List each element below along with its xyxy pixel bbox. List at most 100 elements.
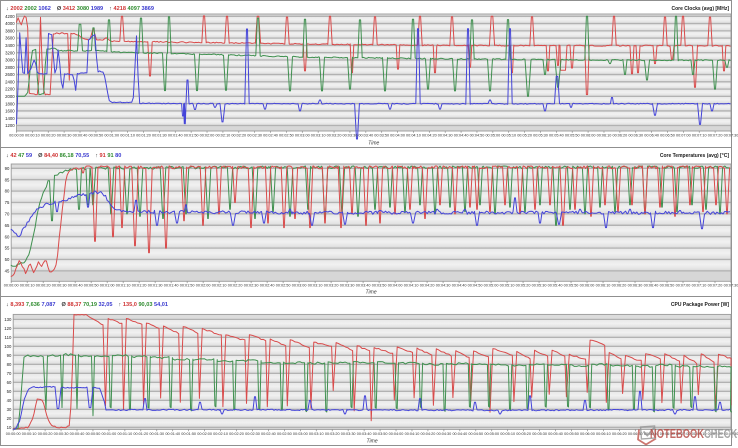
svg-text:00:06:20: 00:06:20: [612, 432, 627, 436]
svg-text:00:04:50: 00:04:50: [468, 432, 483, 436]
svg-text:00:02:10: 00:02:10: [212, 284, 227, 288]
svg-text:00:04:00: 00:04:00: [389, 432, 404, 436]
svg-text:Time: Time: [366, 290, 377, 296]
svg-text:00:06:40: 00:06:40: [644, 133, 659, 137]
svg-text:00:00:30: 00:00:30: [52, 284, 67, 288]
svg-text:00:05:30: 00:05:30: [533, 133, 548, 137]
svg-text:00:04:20: 00:04:20: [421, 432, 436, 436]
svg-text:00:06:00: 00:06:00: [580, 432, 595, 436]
svg-text:1600: 1600: [5, 109, 15, 114]
svg-text:00:00:40: 00:00:40: [73, 133, 88, 137]
svg-text:00:00:50: 00:00:50: [84, 284, 99, 288]
svg-text:00:06:50: 00:06:50: [660, 133, 675, 137]
svg-text:00:02:10: 00:02:10: [216, 133, 231, 137]
svg-text:00:04:40: 00:04:40: [452, 432, 467, 436]
svg-text:00:02:20: 00:02:20: [231, 133, 246, 137]
svg-text:00:02:30: 00:02:30: [244, 284, 259, 288]
svg-text:00:03:10: 00:03:10: [309, 432, 324, 436]
svg-text:55: 55: [5, 246, 10, 251]
svg-text:50: 50: [7, 389, 12, 394]
svg-text:00:00:20: 00:00:20: [38, 432, 53, 436]
svg-text:4200: 4200: [5, 14, 15, 19]
svg-text:00:00:10: 00:00:10: [25, 133, 40, 137]
svg-text:00:04:20: 00:04:20: [422, 133, 437, 137]
svg-text:00:01:00: 00:01:00: [102, 432, 117, 436]
svg-text:00:03:50: 00:03:50: [372, 284, 387, 288]
svg-text:00:04:40: 00:04:40: [452, 284, 467, 288]
svg-text:75: 75: [5, 200, 10, 205]
svg-text:00:03:30: 00:03:30: [343, 133, 358, 137]
svg-text:00:00:20: 00:00:20: [41, 133, 56, 137]
svg-text:00:00:50: 00:00:50: [86, 432, 101, 436]
svg-text:00:02:50: 00:02:50: [279, 133, 294, 137]
svg-text:00:01:30: 00:01:30: [149, 432, 164, 436]
svg-text:00:02:00: 00:02:00: [197, 432, 212, 436]
svg-text:00:04:50: 00:04:50: [470, 133, 485, 137]
svg-text:2400: 2400: [5, 79, 15, 84]
svg-text:70: 70: [5, 212, 10, 217]
svg-text:20: 20: [7, 416, 12, 421]
svg-text:00:07:30: 00:07:30: [724, 284, 738, 288]
svg-text:00:01:50: 00:01:50: [181, 432, 196, 436]
svg-text:130: 130: [4, 317, 12, 322]
svg-text:00:06:20: 00:06:20: [612, 133, 627, 137]
svg-text:00:05:00: 00:05:00: [485, 133, 500, 137]
svg-text:00:02:30: 00:02:30: [247, 133, 262, 137]
svg-text:00:02:00: 00:02:00: [200, 133, 215, 137]
svg-text:00:06:00: 00:06:00: [581, 133, 596, 137]
svg-text:00:00:10: 00:00:10: [22, 432, 37, 436]
svg-text:00:05:50: 00:05:50: [564, 432, 579, 436]
svg-text:00:03:20: 00:03:20: [327, 133, 342, 137]
svg-text:00:01:00: 00:01:00: [100, 284, 115, 288]
svg-text:00:07:00: 00:07:00: [676, 284, 691, 288]
svg-text:00:03:00: 00:03:00: [295, 133, 310, 137]
svg-text:00:02:40: 00:02:40: [260, 284, 275, 288]
svg-text:00:01:50: 00:01:50: [184, 133, 199, 137]
svg-text:00:02:20: 00:02:20: [228, 284, 243, 288]
svg-text:00:05:20: 00:05:20: [516, 284, 531, 288]
svg-text:00:05:40: 00:05:40: [548, 432, 563, 436]
svg-text:00:05:50: 00:05:50: [565, 133, 580, 137]
svg-text:00:06:20: 00:06:20: [612, 284, 627, 288]
svg-text:00:02:40: 00:02:40: [263, 133, 278, 137]
svg-text:00:01:10: 00:01:10: [116, 284, 131, 288]
svg-text:00:01:20: 00:01:20: [133, 432, 148, 436]
svg-text:00:03:10: 00:03:10: [308, 284, 323, 288]
svg-text:00:00:40: 00:00:40: [70, 432, 85, 436]
svg-text:00:01:00: 00:01:00: [104, 133, 119, 137]
svg-text:00:07:20: 00:07:20: [708, 133, 723, 137]
svg-text:00:00:00: 00:00:00: [4, 284, 19, 288]
svg-text:00:03:50: 00:03:50: [374, 133, 389, 137]
svg-text:00:05:30: 00:05:30: [532, 432, 547, 436]
svg-text:00:00:20: 00:00:20: [36, 284, 51, 288]
svg-text:00:05:40: 00:05:40: [548, 284, 563, 288]
svg-text:00:02:10: 00:02:10: [213, 432, 228, 436]
svg-text:1200: 1200: [5, 123, 15, 128]
svg-text:00:06:10: 00:06:10: [596, 284, 611, 288]
svg-text:2200: 2200: [5, 87, 15, 92]
svg-text:00:00:00: 00:00:00: [6, 432, 21, 436]
svg-text:00:05:00: 00:05:00: [484, 284, 499, 288]
svg-text:3600: 3600: [5, 36, 15, 41]
svg-text:00:01:10: 00:01:10: [120, 133, 135, 137]
svg-text:120: 120: [4, 326, 12, 331]
svg-text:00:06:00: 00:06:00: [580, 284, 595, 288]
svg-text:00:03:30: 00:03:30: [340, 284, 355, 288]
svg-text:00:05:10: 00:05:10: [501, 133, 516, 137]
svg-text:00:03:50: 00:03:50: [373, 432, 388, 436]
svg-text:70: 70: [7, 371, 12, 376]
svg-text:00:02:20: 00:02:20: [229, 432, 244, 436]
svg-text:Core Temperatures (avg) [°C]: Core Temperatures (avg) [°C]: [660, 153, 729, 159]
svg-text:00:01:10: 00:01:10: [117, 432, 132, 436]
svg-text:00:05:00: 00:05:00: [484, 432, 499, 436]
svg-text:00:01:20: 00:01:20: [132, 284, 147, 288]
svg-text:00:01:40: 00:01:40: [168, 133, 183, 137]
svg-text:00:03:40: 00:03:40: [356, 284, 371, 288]
svg-text:00:07:10: 00:07:10: [692, 284, 707, 288]
svg-text:90: 90: [7, 353, 12, 358]
svg-text:00:07:10: 00:07:10: [692, 133, 707, 137]
svg-text:00:06:30: 00:06:30: [628, 133, 643, 137]
svg-text:00:07:20: 00:07:20: [708, 284, 723, 288]
svg-text:00:05:20: 00:05:20: [517, 133, 532, 137]
svg-text:85: 85: [5, 177, 10, 182]
